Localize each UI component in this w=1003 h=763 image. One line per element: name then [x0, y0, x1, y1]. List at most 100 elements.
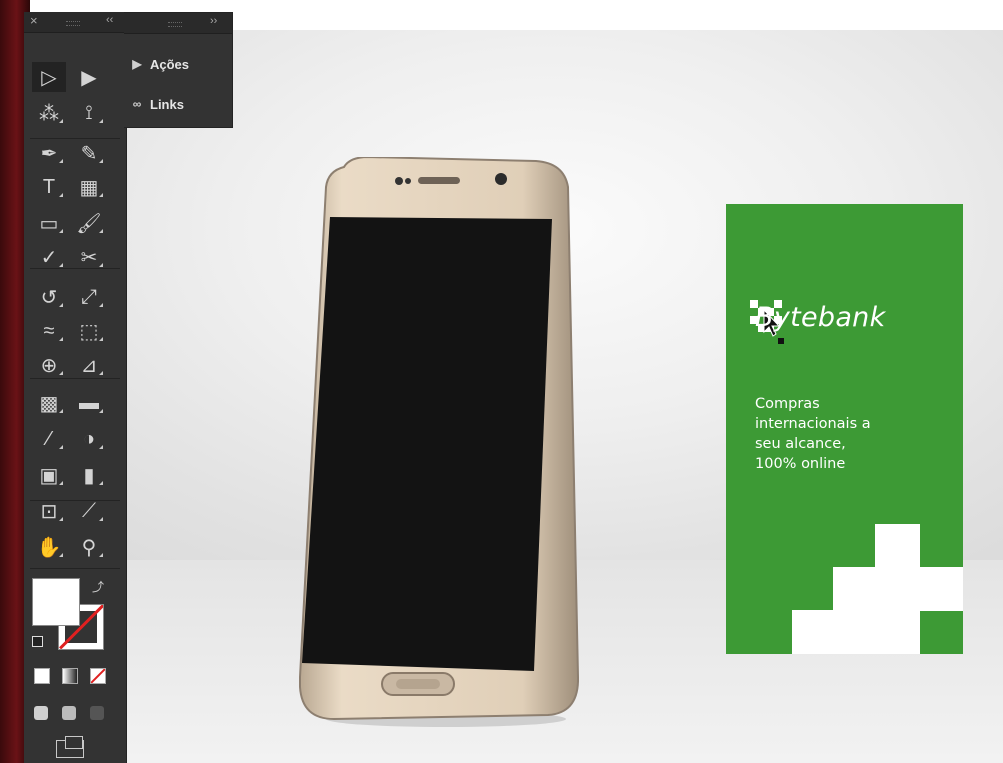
tagline-line: 100% online [755, 456, 846, 472]
perspective-grid-tool-icon: ⊿ [80, 354, 98, 377]
panel-header[interactable]: ›› [124, 13, 232, 34]
free-transform-tool-icon: ⬚ [79, 320, 99, 343]
shaper-tool-icon: ✓ [40, 246, 58, 269]
flyout-indicator-icon [99, 517, 103, 521]
flyout-indicator-icon [99, 193, 103, 197]
eyedropper-tool[interactable]: ⁄ [32, 424, 66, 454]
pen-tool-icon: ✒ [40, 142, 58, 165]
selection-tool[interactable]: ▷ [32, 62, 66, 92]
draw-normal-button[interactable] [34, 706, 48, 720]
free-transform-tool[interactable]: ⬚ [72, 316, 106, 346]
pixel-block [833, 567, 963, 611]
panel-item-label: Links [150, 96, 184, 112]
zoom-tool-icon: ⚲ [81, 536, 97, 559]
draw-inside-button[interactable] [90, 706, 104, 720]
panel-item-actions[interactable]: ▶ Ações [124, 51, 232, 77]
swap-fill-stroke-icon[interactable]: ⤴ [92, 578, 104, 595]
flyout-indicator-icon [99, 159, 103, 163]
flyout-indicator-icon [99, 119, 103, 123]
magic-wand-tool-icon: ⁂ [39, 102, 59, 125]
links-icon: ∞ [132, 97, 142, 111]
mesh-tool-icon: ▩ [39, 392, 59, 415]
panel-item-links[interactable]: ∞ Links [124, 91, 232, 117]
phone-image[interactable] [296, 157, 579, 727]
tagline-line: internacionais a [755, 416, 871, 432]
flyout-indicator-icon [99, 371, 103, 375]
lasso-tool[interactable]: ⟟ [72, 98, 106, 128]
blend-tool-icon: ◑ [82, 427, 96, 450]
flyout-indicator-icon [59, 263, 63, 267]
flyout-indicator-icon [59, 337, 63, 341]
close-icon[interactable]: × [30, 13, 38, 28]
flyout-indicator-icon [59, 517, 63, 521]
grip-icon[interactable] [168, 22, 182, 27]
flyout-indicator-icon [59, 303, 63, 307]
banner-tagline: Compras internacionais a seu alcance, 10… [755, 394, 915, 474]
rotate-tool[interactable]: ↺ [32, 282, 66, 312]
warp-tool-icon: ≈ [43, 319, 55, 342]
expand-icon[interactable]: ›› [210, 15, 217, 27]
pixel-block [875, 524, 920, 568]
collapsed-panels: ›› ▶ Ações ∞ Links [124, 12, 233, 128]
magic-wand-tool[interactable]: ⁂ [32, 98, 66, 128]
eyedropper-tool-icon: ⁄ [47, 427, 51, 450]
phone-screen [302, 217, 552, 671]
rectangular-grid-tool[interactable]: ▦ [72, 172, 106, 202]
none-mode-button[interactable] [90, 668, 106, 684]
tagline-line: seu alcance, [755, 436, 846, 452]
default-colors-icon[interactable] [32, 636, 43, 647]
collapse-icon[interactable]: ‹‹ [106, 14, 113, 26]
type-tool[interactable]: T [32, 172, 66, 202]
divider [30, 500, 120, 501]
mesh-tool[interactable]: ▩ [32, 388, 66, 418]
curvature-tool[interactable]: ✎ [72, 138, 106, 168]
flyout-indicator-icon [99, 409, 103, 413]
divider [30, 138, 120, 139]
divider [30, 378, 120, 379]
flyout-indicator-icon [99, 263, 103, 267]
column-graph-tool-icon: ▮ [83, 464, 95, 487]
panel-item-label: Ações [150, 56, 190, 72]
type-tool-icon: T [42, 175, 56, 198]
flyout-indicator-icon [99, 303, 103, 307]
color-mode-button[interactable] [34, 668, 50, 684]
scissors-tool-icon: ✂ [80, 246, 98, 269]
rectangle-tool-icon: ▭ [39, 212, 59, 235]
gradient-mode-button[interactable] [62, 668, 78, 684]
fill-swatch[interactable] [32, 578, 80, 626]
paintbrush-tool[interactable]: 🖌 [72, 208, 106, 238]
perspective-grid-tool[interactable]: ⊿ [72, 350, 106, 380]
pen-tool[interactable]: ✒ [32, 138, 66, 168]
flyout-indicator-icon [59, 409, 63, 413]
rectangle-tool[interactable]: ▭ [32, 208, 66, 238]
slice-tool-icon: ⟋ [82, 499, 96, 522]
warp-tool[interactable]: ≈ [32, 316, 66, 346]
divider [30, 568, 120, 569]
flyout-indicator-icon [99, 481, 103, 485]
flyout-indicator-icon [99, 337, 103, 341]
shape-builder-tool[interactable]: ⊕ [32, 350, 66, 380]
tools-panel: × ‹‹ ▷ ▶ ⁂ ⟟ ✒ ✎ T ▦ ▭ 🖌 ✓ ✂ ↺ ⤢ ≈ ⬚ ⊕ ⊿ ▩ ▬ ⁄ ◑ ▣ ▮ ⊡ ⟋ ✋ ⚲ ⤴ [24, 12, 127, 763]
draw-behind-button[interactable] [62, 706, 76, 720]
paintbrush-tool-icon: 🖌 [76, 212, 102, 235]
hand-tool[interactable]: ✋ [32, 532, 66, 562]
blend-tool[interactable]: ◑ [72, 424, 106, 454]
flyout-indicator-icon [59, 193, 63, 197]
flyout-indicator-icon [59, 229, 63, 233]
column-graph-tool[interactable]: ▮ [72, 460, 106, 490]
flyout-indicator-icon [59, 445, 63, 449]
symbol-sprayer-tool[interactable]: ▣ [32, 460, 66, 490]
selection-tool-icon: ▷ [41, 66, 57, 89]
scale-tool[interactable]: ⤢ [72, 282, 106, 312]
grip-icon[interactable] [66, 21, 80, 26]
shape-builder-tool-icon: ⊕ [40, 354, 58, 377]
lasso-tool-icon: ⟟ [85, 101, 93, 124]
hand-tool-icon: ✋ [36, 536, 62, 559]
direct-selection-tool[interactable]: ▶ [72, 62, 106, 92]
artboard-tool-icon: ⊡ [40, 500, 58, 523]
tools-panel-header[interactable]: × ‹‹ [24, 12, 126, 33]
symbol-sprayer-tool-icon: ▣ [39, 464, 59, 487]
zoom-tool[interactable]: ⚲ [72, 532, 106, 562]
change-screen-mode-button[interactable] [56, 736, 84, 758]
gradient-tool[interactable]: ▬ [72, 388, 106, 418]
